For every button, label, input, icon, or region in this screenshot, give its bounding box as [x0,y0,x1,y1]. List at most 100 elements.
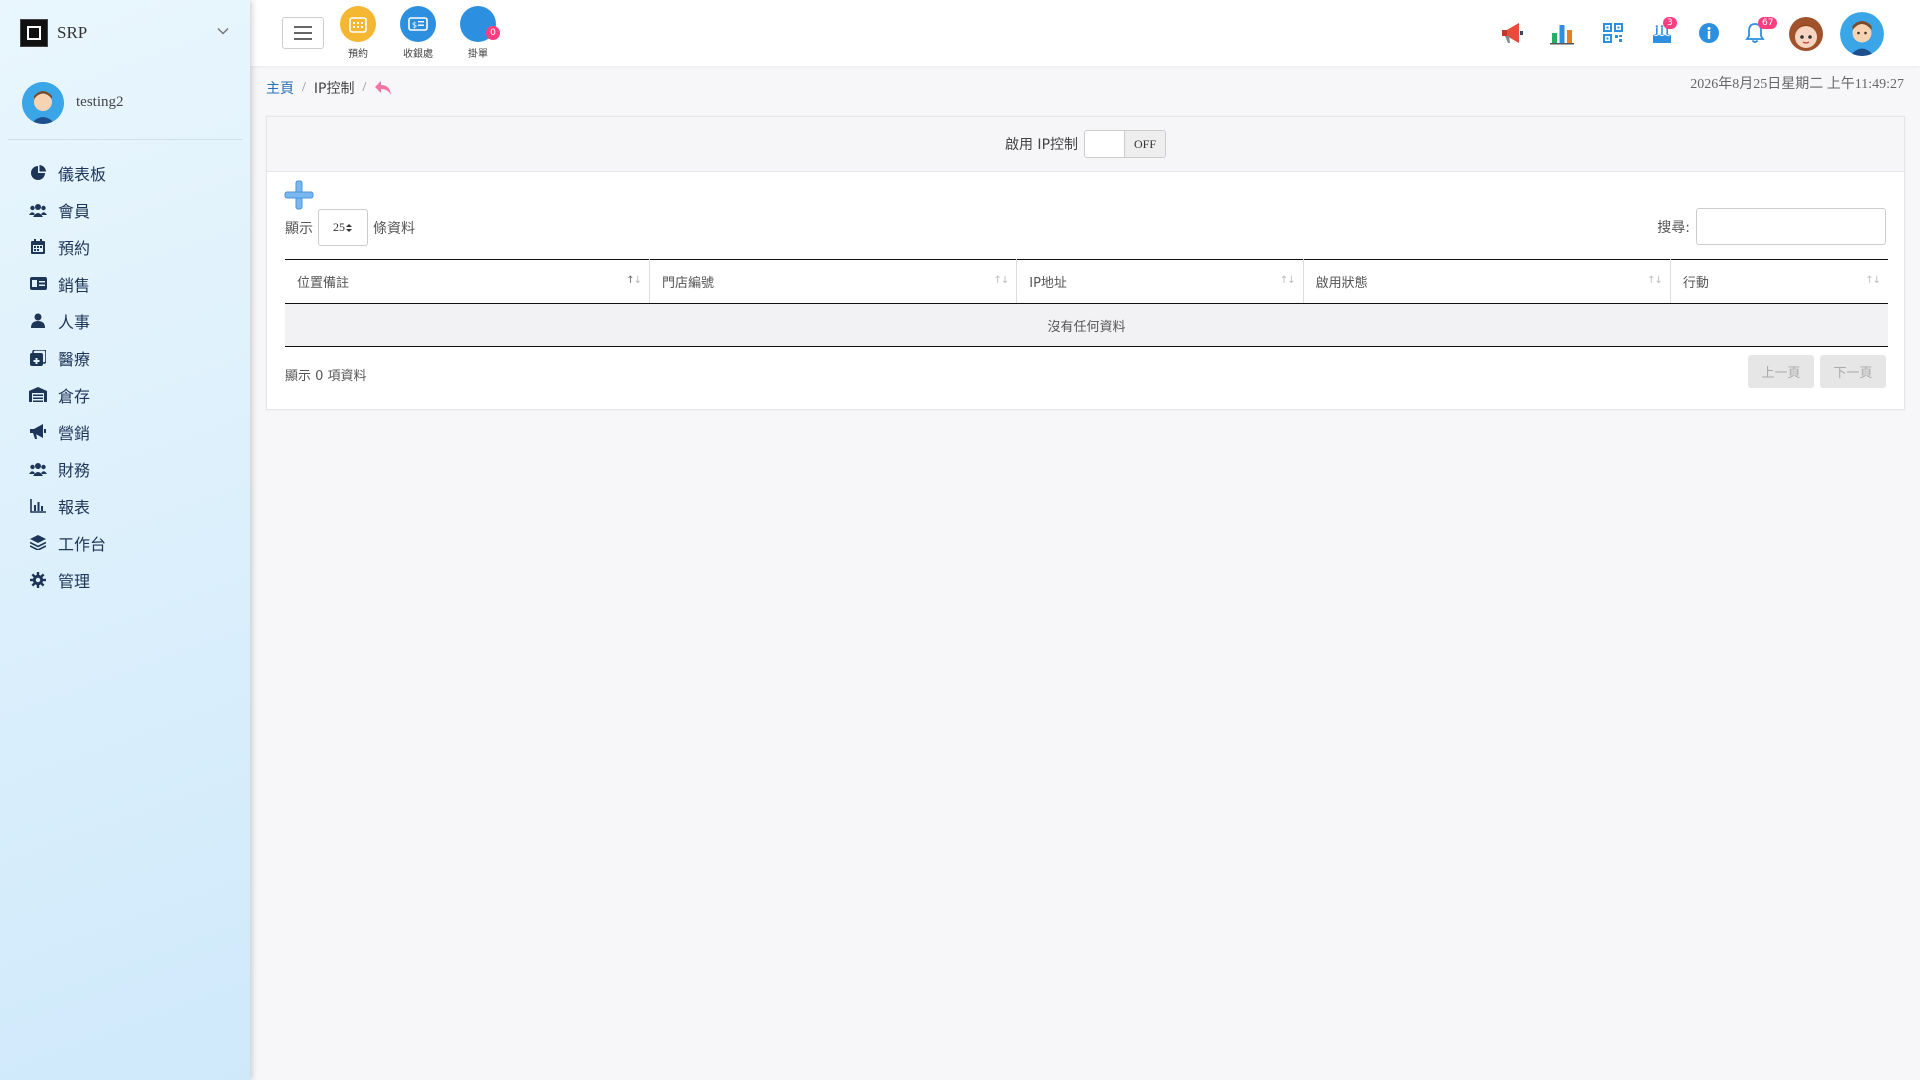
megaphone-icon [1502,23,1523,43]
add-icon[interactable] [284,180,314,210]
sidebar-item-label: 報表 [58,497,91,517]
column-header-actions[interactable]: 行動 ↑↓ [1670,259,1888,304]
empty-table-message: 沒有任何資料 [285,303,1888,347]
page-length-select[interactable]: 25 [318,209,368,246]
sidebar-item-finance[interactable]: 財務 [0,450,250,487]
quick-booking-button[interactable]: 預約 [338,6,378,60]
sidebar-item-admin[interactable]: 管理 [0,561,250,598]
menu-toggle-button[interactable] [282,17,324,49]
breadcrumb-separator: / [302,80,306,95]
breadcrumb-separator: / [362,80,367,95]
sidebar-item-label: 財務 [58,460,91,480]
warehouse-icon [29,386,47,404]
column-header-store-id[interactable]: 門店編號 ↑↓ [649,259,1018,304]
sidebar-item-booking[interactable]: 預約 [0,228,250,265]
character-avatar[interactable] [1784,12,1828,56]
quick-label: 掛單 [468,49,488,60]
gear-icon [29,571,47,589]
back-arrow-icon[interactable] [374,80,392,96]
sidebar-item-workbench[interactable]: 工作台 [0,524,250,561]
column-header-location-note[interactable]: 位置備註 ↑↓ [285,259,650,304]
topbar: 預約 $ 收銀處 0 掛單 3 67 [250,0,1920,66]
notifications-button[interactable]: 67 [1740,13,1778,53]
bar-chart-icon [1550,25,1574,45]
sort-icon: ↑↓ [1647,275,1663,286]
sidebar-item-label: 儀表板 [58,164,107,184]
megaphone-icon [29,423,47,441]
toggle-knob [1085,131,1126,157]
money-card-icon [29,275,47,293]
next-page-button[interactable]: 下一頁 [1820,355,1886,388]
breadcrumb-home-link[interactable]: 主頁 [266,78,294,98]
quick-label: 收銀處 [403,49,433,60]
user-panel[interactable]: testing2 [8,66,242,140]
column-header-status[interactable]: 啟用狀態 ↑↓ [1303,259,1671,304]
birthday-button[interactable]: 3 [1647,13,1677,53]
calendar-icon [340,6,376,42]
notification-count-badge: 67 [1758,17,1778,29]
prev-page-button[interactable]: 上一頁 [1748,355,1814,388]
info-icon [1699,23,1719,43]
user-avatar[interactable] [1840,12,1884,56]
sidebar-item-label: 醫療 [58,349,91,369]
sidebar-menu: 儀表板 會員 預約 銷售 人事 醫療 倉存 營銷 財務 報表 工作台 管理 [0,154,250,598]
sidebar-item-hr[interactable]: 人事 [0,302,250,339]
chevron-down-icon[interactable] [216,24,230,38]
sidebar-item-dashboard[interactable]: 儀表板 [0,154,250,191]
ip-control-header: 啟用 IP控制 OFF [267,117,1904,172]
ip-control-toggle[interactable]: OFF [1084,130,1167,158]
sidebar-item-label: 營銷 [58,423,91,443]
users-icon [29,460,47,478]
sidebar-item-members[interactable]: 會員 [0,191,250,228]
svg-text:$: $ [412,21,417,30]
statistics-button[interactable] [1547,13,1577,53]
sidebar-item-reports[interactable]: 報表 [0,487,250,524]
page-length-value: 25 [333,220,345,234]
page-length-control: 顯示 25 條資料 [285,209,415,246]
person-icon [29,312,47,330]
qr-code-icon [1603,23,1623,43]
sidebar-item-marketing[interactable]: 營銷 [0,413,250,450]
qr-code-button[interactable] [1598,13,1628,53]
ip-control-label: 啟用 IP控制 [1004,137,1079,153]
sidebar-item-inventory[interactable]: 倉存 [0,376,250,413]
sort-icon: ↑↓ [1279,275,1296,286]
sort-asc-icon: ↑↓ [626,275,642,286]
table-row: 沒有任何資料 [285,303,1888,347]
quick-label: 預約 [348,49,368,60]
calendar-icon [29,238,47,256]
users-icon [29,201,47,219]
sidebar-item-label: 倉存 [58,386,91,406]
pagination: 上一頁 下一頁 [1748,355,1886,388]
table-header-row: 位置備註 ↑↓ 門店編號 ↑↓ IP地址 ↑↓ 啟用狀態 ↑↓ 行動 ↑↓ [285,259,1888,304]
show-prefix: 顯示 [285,220,313,237]
sidebar-item-label: 管理 [58,571,91,591]
layers-icon [29,534,47,552]
sidebar-item-sales[interactable]: 銷售 [0,265,250,302]
quick-pending-button[interactable]: 0 掛單 [458,6,500,60]
sidebar-item-medical[interactable]: 醫療 [0,339,250,376]
sidebar-item-label: 工作台 [58,534,107,554]
sort-icon: ↑↓ [1865,275,1881,286]
circle-icon: 0 [460,6,500,42]
show-suffix: 條資料 [373,220,415,237]
column-header-ip-address[interactable]: IP地址 ↑↓ [1016,259,1304,304]
table-info: 顯示 0 項資料 [285,369,367,384]
medical-icon [29,349,47,367]
sidebar-item-label: 銷售 [58,275,91,295]
user-avatar [22,81,64,124]
search-input[interactable] [1696,208,1886,245]
pending-count-badge: 0 [486,26,500,40]
search-control: 搜尋: [1657,208,1886,245]
ip-table: 位置備註 ↑↓ 門店編號 ↑↓ IP地址 ↑↓ 啟用狀態 ↑↓ 行動 ↑↓ 沒有任何資料 [285,259,1888,347]
info-button[interactable] [1694,13,1724,53]
sidebar: SRP testing2 儀表板 會員 預約 銷售 人事 醫療 倉存 營銷 財務… [0,0,250,1080]
birthday-count-badge: 3 [1663,17,1677,29]
cashier-icon: $ [400,6,436,42]
brand[interactable]: SRP [0,0,250,66]
announcement-button[interactable] [1498,13,1528,53]
quick-cashier-button[interactable]: $ 收銀處 [398,6,438,60]
breadcrumb: 主頁 / IP控制 / [266,78,392,98]
breadcrumb-current: IP控制 [313,81,355,97]
pie-chart-icon [29,164,47,182]
